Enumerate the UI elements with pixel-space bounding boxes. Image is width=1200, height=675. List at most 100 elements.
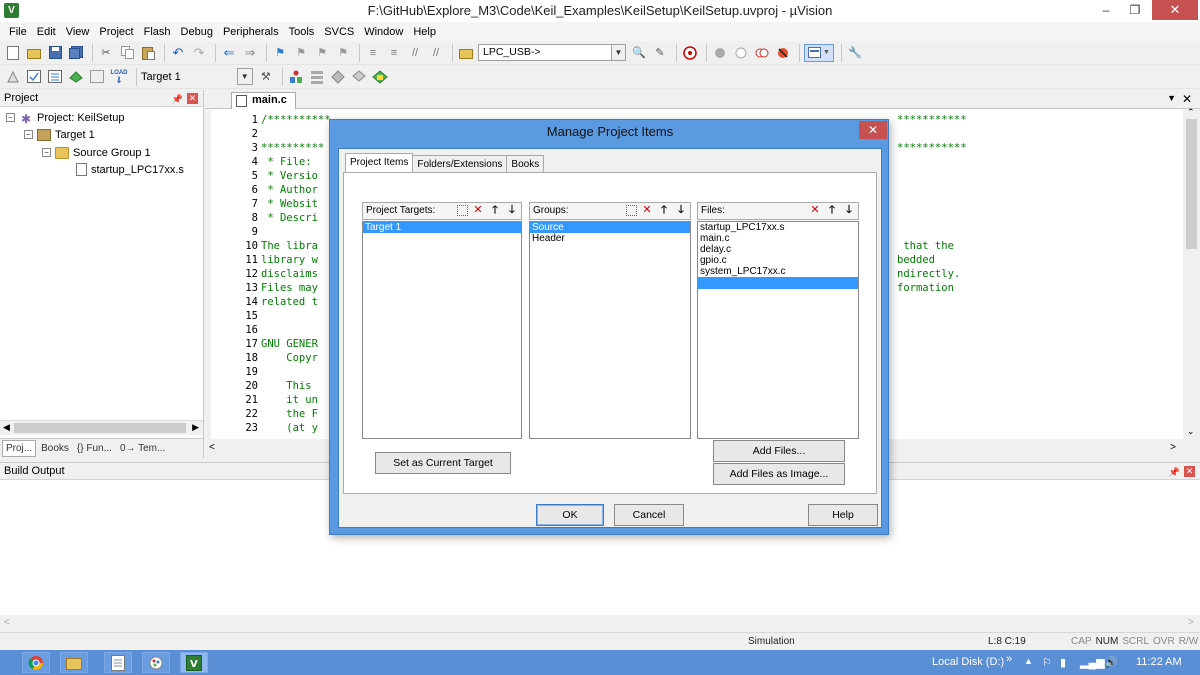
collapse-icon[interactable]: − xyxy=(42,148,51,157)
code-line[interactable]: 12 disclaims xyxy=(211,267,318,281)
code-line[interactable]: 23 (at y xyxy=(211,421,318,433)
add-files-as-image-button[interactable]: Add Files as Image... xyxy=(713,463,845,485)
select-packs-icon[interactable] xyxy=(329,68,347,86)
pin-icon[interactable]: 📌 xyxy=(172,91,183,108)
tab-books[interactable]: Books xyxy=(38,441,72,456)
menu-project[interactable]: Project xyxy=(94,26,138,38)
tray-chevron[interactable]: » xyxy=(1006,653,1012,665)
code-line[interactable]: 8 * Descri xyxy=(211,211,318,225)
collapse-icon[interactable]: − xyxy=(24,130,33,139)
new-file-icon[interactable] xyxy=(4,44,22,62)
list-item[interactable]: system_LPC17xx.c xyxy=(698,266,858,277)
uvision-taskbar-button[interactable]: V xyxy=(180,652,208,673)
open-folder-icon[interactable] xyxy=(25,44,43,62)
add-files-button[interactable]: Add Files... xyxy=(713,440,845,462)
move-up-icon[interactable]: 🡑 xyxy=(488,204,502,218)
explorer-taskbar-button[interactable] xyxy=(60,652,88,673)
translate-icon[interactable] xyxy=(4,68,22,86)
files-list[interactable]: startup_LPC17xx.s main.c delay.c gpio.c … xyxy=(697,221,859,439)
editor-tab-main-c[interactable]: main.c xyxy=(231,92,296,109)
show-hidden-icons-icon[interactable]: ▲ xyxy=(1024,656,1033,666)
code-line[interactable]: 13 Files may xyxy=(211,281,318,295)
menu-window[interactable]: Window xyxy=(359,26,408,38)
batch-build-icon[interactable] xyxy=(67,68,85,86)
tab-books[interactable]: Books xyxy=(506,155,545,173)
new-group-icon[interactable] xyxy=(626,205,637,216)
save-all-icon[interactable] xyxy=(67,44,85,62)
groups-list[interactable]: Source Header xyxy=(529,221,691,439)
signal-icon[interactable]: ▂▄▆ xyxy=(1080,656,1105,669)
scroll-left-icon[interactable]: ◀ xyxy=(3,422,10,433)
menu-edit[interactable]: Edit xyxy=(32,26,61,38)
manage-components-icon[interactable] xyxy=(308,68,326,86)
flag-icon[interactable]: ⚐ xyxy=(1042,656,1052,669)
target-select-combo[interactable]: ▼ xyxy=(236,68,253,85)
set-as-current-target-button[interactable]: Set as Current Target xyxy=(375,452,511,474)
next-bookmark-icon[interactable]: ⚑ xyxy=(313,44,331,62)
pin-icon[interactable]: 📌 xyxy=(1169,464,1180,481)
find-in-files-icon[interactable] xyxy=(457,44,475,62)
new-target-icon[interactable] xyxy=(457,205,468,216)
window-layout-icon[interactable]: ▼ xyxy=(804,43,834,62)
copy-icon[interactable] xyxy=(118,44,136,62)
chevron-down-icon[interactable]: ▼ xyxy=(611,45,625,60)
tab-templates[interactable]: 0→ Tem... xyxy=(117,441,168,456)
comment-icon[interactable]: // xyxy=(406,44,424,62)
cut-icon[interactable]: ✂ xyxy=(97,44,115,62)
code-line[interactable]: 5 * Versio xyxy=(211,169,318,183)
bookmark-icon[interactable]: ⚑ xyxy=(271,44,289,62)
list-item[interactable]: gpio.c xyxy=(698,255,858,266)
delete-target-icon[interactable]: ✕ xyxy=(471,204,485,218)
run-environment-icon[interactable] xyxy=(371,68,389,86)
move-down-icon[interactable]: 🡓 xyxy=(842,204,856,218)
code-line[interactable]: 20 This xyxy=(211,379,318,393)
menu-tools[interactable]: Tools xyxy=(284,26,320,38)
incremental-find-icon[interactable]: ✎ xyxy=(651,44,669,62)
scroll-left-icon[interactable]: < xyxy=(209,442,215,453)
move-down-icon[interactable]: 🡓 xyxy=(505,204,519,218)
notepad-taskbar-button[interactable] xyxy=(104,652,132,673)
speaker-icon[interactable]: 🔊 xyxy=(1104,656,1118,669)
code-line[interactable]: 1/********** xyxy=(211,113,331,127)
code-line[interactable]: 9 xyxy=(211,225,261,239)
code-line[interactable]: 11 library w xyxy=(211,253,318,267)
cancel-button[interactable]: Cancel xyxy=(614,504,684,526)
target-options-icon[interactable]: ⚒ xyxy=(257,68,275,86)
close-icon[interactable]: ✕ xyxy=(187,93,198,104)
editor-vertical-scrollbar[interactable]: ⌃ ⌄ xyxy=(1183,107,1200,439)
menu-peripherals[interactable]: Peripherals xyxy=(218,26,284,38)
tray-local-disk[interactable]: Local Disk (D:) xyxy=(932,656,1004,668)
clear-bookmarks-icon[interactable]: ⚑ xyxy=(334,44,352,62)
code-line[interactable]: 6 * Author xyxy=(211,183,318,197)
menu-svcs[interactable]: SVCS xyxy=(319,26,359,38)
tree-group-node[interactable]: − Source Group 1 xyxy=(42,144,151,161)
paint-taskbar-button[interactable] xyxy=(142,652,170,673)
tab-project[interactable]: Proj... xyxy=(2,440,37,457)
rebuild-icon[interactable] xyxy=(46,68,64,86)
menu-debug[interactable]: Debug xyxy=(176,26,218,38)
tab-folders-extensions[interactable]: Folders/Extensions xyxy=(412,155,508,173)
save-icon[interactable] xyxy=(46,44,64,62)
list-item[interactable]: Target 1 xyxy=(363,222,521,233)
tree-file-node[interactable]: startup_LPC17xx.s xyxy=(76,161,184,178)
code-line[interactable]: 14 related t xyxy=(211,295,318,309)
unindent-icon[interactable]: ≡ xyxy=(385,44,403,62)
scrollbar-thumb[interactable] xyxy=(14,423,186,433)
ok-button[interactable]: OK xyxy=(536,504,604,526)
code-line[interactable]: 7 * Websit xyxy=(211,197,318,211)
chevron-down-icon[interactable]: ▼ xyxy=(237,69,252,84)
code-line[interactable]: 15 xyxy=(211,309,261,323)
collapse-icon[interactable]: − xyxy=(6,113,15,122)
list-item[interactable]: Header xyxy=(530,233,690,244)
menu-file[interactable]: File xyxy=(4,26,32,38)
pack-installer-icon[interactable] xyxy=(350,68,368,86)
dialog-close-button[interactable]: ✕ xyxy=(859,121,887,139)
navigate-back-icon[interactable]: ⇐ xyxy=(220,44,238,62)
list-item[interactable]: main.c xyxy=(698,233,858,244)
project-targets-list[interactable]: Target 1 xyxy=(362,221,522,439)
new-file-entry-selected[interactable] xyxy=(698,277,858,289)
undo-icon[interactable]: ↶ xyxy=(169,44,187,62)
close-window-button[interactable]: ✕ xyxy=(1152,0,1198,20)
scroll-right-icon[interactable]: > xyxy=(1170,442,1176,453)
list-item[interactable]: startup_LPC17xx.s xyxy=(698,222,858,233)
